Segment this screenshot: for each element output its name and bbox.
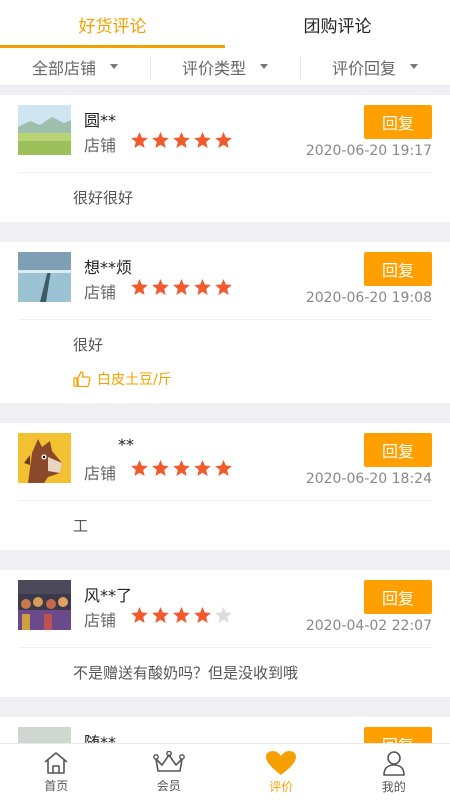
tab-goods-reviews[interactable]: 好货评论 xyxy=(0,0,225,48)
filter-bar: 全部店铺 评价类型 评价回复 xyxy=(0,48,450,86)
product-tag[interactable]: 白皮土豆/斤 xyxy=(73,369,432,389)
review-card: 圆** 店铺 回复 2020-06-20 19:17 很好很好 xyxy=(0,95,450,222)
avatar xyxy=(18,105,71,155)
nav-home[interactable]: 首页 xyxy=(0,744,113,800)
shop-label: 店铺 xyxy=(84,464,117,483)
star-filled-icon xyxy=(131,132,148,148)
person-icon xyxy=(382,750,405,776)
product-tag-label: 白皮土豆/斤 xyxy=(97,372,172,388)
reviewer-name: ** xyxy=(118,435,134,454)
review-content: 工 xyxy=(73,517,89,535)
tab-groupbuy-reviews[interactable]: 团购评论 xyxy=(225,0,450,48)
filter-review-type[interactable]: 评价类型 xyxy=(150,55,300,79)
star-filled-icon xyxy=(131,607,148,623)
rating-stars xyxy=(130,459,235,477)
review-content: 不是赠送有酸奶吗？但是没收到哦 xyxy=(73,664,299,682)
reply-button[interactable]: 回复 xyxy=(364,105,432,139)
reviewer-name: 随** xyxy=(84,733,117,743)
caret-down-icon xyxy=(260,64,268,69)
star-filled-icon xyxy=(194,132,211,148)
caret-down-icon xyxy=(410,64,418,69)
star-filled-icon xyxy=(194,460,211,476)
star-filled-icon xyxy=(215,279,232,295)
rating-stars xyxy=(130,131,235,149)
review-card: 随** 店铺 回复 xyxy=(0,717,450,743)
home-icon xyxy=(44,751,68,774)
review-time: 2020-04-02 22:07 xyxy=(305,618,432,634)
star-filled-icon xyxy=(131,460,148,476)
star-filled-icon xyxy=(152,607,169,623)
star-filled-icon xyxy=(194,607,211,623)
star-filled-icon xyxy=(215,132,232,148)
rating-stars xyxy=(130,606,235,624)
star-empty-icon xyxy=(215,607,232,623)
bottom-nav: 首页 会员 评价 我的 xyxy=(0,743,450,800)
star-filled-icon xyxy=(173,279,190,295)
review-content: 很好 xyxy=(73,336,104,354)
star-filled-icon xyxy=(152,460,169,476)
review-card: 想**烦 店铺 回复 2020-06-20 19:08 很好 白皮土豆/斤 xyxy=(0,242,450,403)
review-tabs: 好货评论 团购评论 xyxy=(0,0,450,48)
star-filled-icon xyxy=(173,132,190,148)
filter-label: 全部店铺 xyxy=(31,58,96,78)
review-time: 2020-06-20 19:08 xyxy=(305,290,432,306)
tab-label: 团购评论 xyxy=(303,16,372,37)
review-time: 2020-06-20 18:24 xyxy=(305,471,432,487)
nav-label: 会员 xyxy=(156,778,181,793)
nav-reviews[interactable]: 评价 xyxy=(225,744,338,800)
nav-label: 我的 xyxy=(381,779,406,794)
reply-button[interactable]: 回复 xyxy=(364,252,432,286)
review-time: 2020-06-20 19:17 xyxy=(305,143,432,159)
avatar xyxy=(18,580,71,630)
caret-down-icon xyxy=(110,64,118,69)
nav-label: 首页 xyxy=(44,778,69,793)
nav-label: 评价 xyxy=(269,779,294,794)
star-filled-icon xyxy=(152,132,169,148)
review-list: 圆** 店铺 回复 2020-06-20 19:17 很好很好 想**烦 店铺 xyxy=(0,95,450,743)
reviewer-name: 想**烦 xyxy=(84,258,133,277)
star-filled-icon xyxy=(173,460,190,476)
reply-button[interactable]: 回复 xyxy=(364,580,432,614)
thumbs-up-icon xyxy=(73,371,91,387)
star-filled-icon xyxy=(215,460,232,476)
filter-review-reply[interactable]: 评价回复 xyxy=(300,55,450,79)
filter-label: 评价类型 xyxy=(181,58,246,78)
nav-member[interactable]: 会员 xyxy=(113,744,226,800)
rating-stars xyxy=(130,278,235,296)
avatar xyxy=(18,433,71,483)
filter-all-shops[interactable]: 全部店铺 xyxy=(0,55,150,79)
reviewer-name: 圆** xyxy=(84,111,117,130)
shop-label: 店铺 xyxy=(84,611,117,630)
star-filled-icon xyxy=(173,607,190,623)
shop-label: 店铺 xyxy=(84,283,117,302)
heart-icon xyxy=(266,750,297,775)
avatar xyxy=(18,727,71,743)
reply-button[interactable]: 回复 xyxy=(364,727,432,743)
nav-mine[interactable]: 我的 xyxy=(338,744,450,800)
avatar xyxy=(18,252,71,302)
crown-icon xyxy=(152,750,185,772)
shop-label: 店铺 xyxy=(84,136,117,155)
star-filled-icon xyxy=(152,279,169,295)
review-card: 风**了 店铺 回复 2020-04-02 22:07 不是赠送有酸奶吗？但是没… xyxy=(0,570,450,697)
review-content: 很好很好 xyxy=(73,189,134,207)
reviewer-name: 风**了 xyxy=(84,586,133,605)
review-card: ** 店铺 回复 2020-06-20 18:24 工 xyxy=(0,423,450,550)
filter-label: 评价回复 xyxy=(331,58,396,78)
reply-button[interactable]: 回复 xyxy=(364,433,432,467)
star-filled-icon xyxy=(131,279,148,295)
tab-label: 好货评论 xyxy=(78,16,147,37)
star-filled-icon xyxy=(194,279,211,295)
